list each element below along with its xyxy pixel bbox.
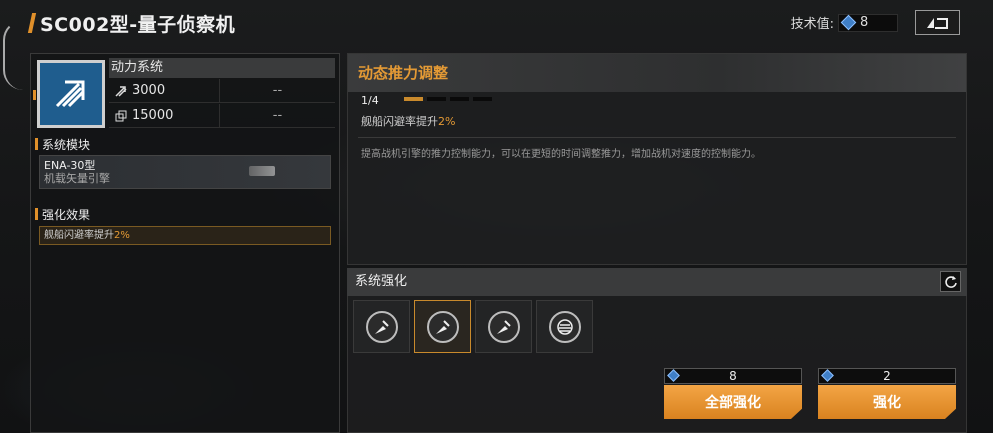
level-progress: [404, 97, 492, 101]
stat-extra: --: [219, 79, 335, 102]
engine-type: 机载矢量引擎: [44, 172, 110, 185]
refresh-button[interactable]: [940, 271, 961, 292]
stat-value: 15000: [132, 108, 174, 123]
system-info-panel: 动力系统 3000 -- 15000 -- 系统模块 ENA-30型 机载矢量引…: [30, 53, 340, 433]
stat-value: 3000: [132, 83, 166, 98]
skill-title: 动态推力调整: [348, 54, 966, 92]
tech-value-label: 技术值:: [790, 17, 834, 32]
effect-value: 2%: [114, 230, 130, 241]
level-pip: [473, 97, 492, 101]
return-arrow-icon: [926, 17, 948, 29]
enhance-panel: 8 全部强化 2 强化: [347, 296, 967, 433]
engine-image: [249, 166, 275, 176]
page-title: SC002型-量子侦察机: [40, 13, 236, 36]
system-icon-frame[interactable]: [37, 60, 105, 128]
skill-slot-2[interactable]: [414, 300, 471, 353]
skill-description: 提高战机引擎的推力控制能力，可以在更短的时间调整推力，增加战机对速度的控制能力。: [361, 149, 761, 160]
thruster-skill-icon: [374, 319, 389, 334]
engine-name: ENA-30型: [44, 159, 96, 172]
effect-section-title: 强化效果: [42, 207, 91, 222]
engine-card[interactable]: ENA-30型 机载矢量引擎: [39, 155, 331, 189]
selection-marker: [33, 90, 36, 100]
tech-gem-icon: [840, 14, 857, 31]
skill-effect-value: 2%: [438, 115, 456, 128]
effect-section-header: 强化效果: [35, 206, 335, 222]
page-header: SC002型-量子侦察机: [27, 8, 236, 38]
skill-effect: 舰船闪避率提升2%: [361, 113, 455, 129]
enhance-one-group: 2 强化: [818, 368, 956, 420]
stat-extra: --: [219, 104, 335, 127]
thruster-skill-icon: [496, 319, 511, 334]
skill-level: 1/4: [361, 94, 379, 107]
enhance-all-button[interactable]: 全部强化: [664, 385, 802, 419]
edge-arc-decoration: [3, 20, 23, 90]
system-name: 动力系统: [109, 58, 335, 78]
stat-row-endurance: 15000 --: [109, 104, 335, 128]
effect-text: 舰船闪避率提升: [44, 230, 114, 241]
propulsion-icon: [55, 80, 85, 108]
back-button[interactable]: [915, 10, 960, 35]
module-section-title: 系统模块: [42, 137, 91, 152]
skill-slot-1[interactable]: [353, 300, 410, 353]
tech-value-box: 8: [838, 13, 898, 32]
endurance-icon: [115, 110, 127, 121]
title-accent-bar: [27, 13, 37, 33]
enhance-all-group: 8 全部强化: [664, 368, 802, 420]
thrust-icon: [115, 85, 127, 97]
refresh-icon: [944, 275, 957, 288]
enhance-title: 系统强化: [355, 274, 408, 289]
enhance-button[interactable]: 强化: [818, 385, 956, 419]
tech-value: 8: [860, 15, 869, 30]
enhance-one-cost-value: 2: [883, 369, 891, 383]
level-pip: [404, 97, 423, 101]
effect-summary: 舰船闪避率提升2%: [39, 226, 331, 245]
divider: [358, 137, 956, 138]
thruster-skill-icon: [435, 319, 450, 334]
level-pip: [427, 97, 446, 101]
level-pip: [450, 97, 469, 101]
enhance-all-cost: 8: [664, 368, 802, 384]
module-section-header: 系统模块: [35, 136, 335, 152]
stat-row-thrust: 3000 --: [109, 79, 335, 103]
tech-value-display: 技术值: 8: [791, 13, 898, 32]
enhance-one-cost: 2: [818, 368, 956, 384]
enhance-all-cost-value: 8: [729, 369, 737, 383]
skill-detail-panel: 动态推力调整 1/4 舰船闪避率提升2% 提高战机引擎的推力控制能力，可以在更短…: [347, 53, 967, 265]
skill-slot-4[interactable]: [536, 300, 593, 353]
stack-core-icon: [556, 318, 573, 335]
enhance-header: 系统强化: [347, 268, 967, 296]
skill-slot-3[interactable]: [475, 300, 532, 353]
skill-effect-text: 舰船闪避率提升: [361, 115, 438, 128]
